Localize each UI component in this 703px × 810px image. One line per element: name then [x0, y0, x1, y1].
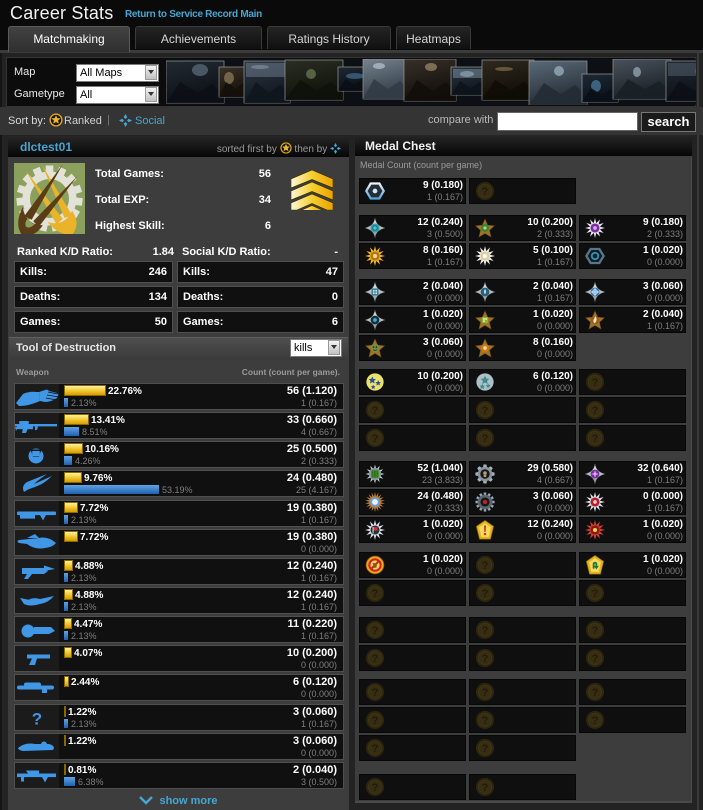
svg-text:?: ? [592, 377, 599, 389]
svg-text:?: ? [372, 433, 379, 445]
svg-text:?: ? [482, 588, 489, 600]
svg-text:?: ? [372, 653, 379, 665]
svg-text:?: ? [482, 433, 489, 445]
svg-text:?: ? [592, 687, 599, 699]
svg-text:?: ? [482, 715, 489, 727]
svg-text:?: ? [482, 653, 489, 665]
svg-text:?: ? [592, 588, 599, 600]
svg-text:?: ? [372, 743, 379, 755]
svg-text:?: ? [482, 782, 489, 794]
svg-text:?: ? [372, 588, 379, 600]
svg-text:?: ? [592, 433, 599, 445]
svg-text:?: ? [482, 625, 489, 637]
svg-text:?: ? [592, 625, 599, 637]
svg-text:?: ? [592, 653, 599, 665]
svg-text:?: ? [592, 715, 599, 727]
svg-text:?: ? [372, 782, 379, 794]
svg-text:?: ? [372, 625, 379, 637]
svg-text:?: ? [592, 405, 599, 417]
svg-text:?: ? [482, 560, 489, 572]
svg-text:?: ? [32, 710, 42, 729]
svg-text:?: ? [482, 186, 489, 198]
svg-text:?: ? [372, 687, 379, 699]
svg-text:?: ? [372, 405, 379, 417]
svg-text:?: ? [482, 743, 489, 755]
svg-text:?: ? [372, 715, 379, 727]
svg-text:?: ? [482, 405, 489, 417]
svg-text:?: ? [482, 687, 489, 699]
